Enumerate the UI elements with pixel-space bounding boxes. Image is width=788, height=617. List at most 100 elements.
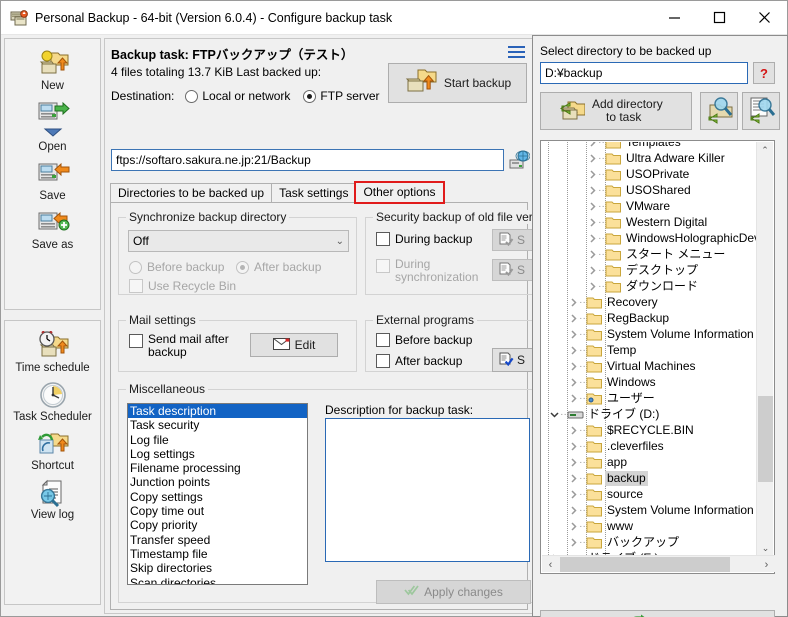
tree-node[interactable]: ·· ダウンロード [542, 278, 758, 294]
close-dialog-button[interactable]: Close [540, 610, 775, 617]
tab-task-settings[interactable]: Task settings [271, 183, 357, 203]
sidebar-item-save-as[interactable]: Save as [5, 204, 100, 253]
miscellaneous-list[interactable]: Task description Task security Log file Log… [127, 403, 308, 585]
chevron-right-icon[interactable] [567, 326, 579, 342]
tree-vertical-scrollbar[interactable]: ⌃ ⌄ [756, 142, 773, 557]
directory-path-input[interactable]: D:¥backup [540, 62, 748, 84]
scroll-left-arrow[interactable]: ‹ [542, 556, 559, 573]
chevron-right-icon[interactable] [567, 422, 579, 438]
start-backup-button[interactable]: Start backup [388, 63, 527, 103]
chevron-right-icon[interactable] [586, 198, 598, 214]
checkbox-external-after-backup[interactable]: After backup [376, 354, 462, 368]
vertical-scroll-thumb[interactable] [758, 396, 773, 482]
list-item[interactable]: Task security [128, 418, 307, 432]
chevron-right-icon[interactable] [567, 358, 579, 374]
mail-edit-button[interactable]: Edit [250, 333, 338, 357]
tree-node[interactable]: ·· www [542, 518, 758, 534]
tree-node[interactable]: ·· $RECYCLE.BIN [542, 422, 758, 438]
sidebar-item-open[interactable]: Open [5, 94, 100, 155]
chevron-right-icon[interactable] [567, 502, 579, 518]
list-item[interactable]: Copy settings [128, 490, 307, 504]
tab-directories-to-be-backed-up[interactable]: Directories to be backed up [110, 183, 273, 203]
tree-node[interactable]: ·· Western Digital [542, 214, 758, 230]
scan-directory-button[interactable] [700, 92, 738, 130]
chevron-right-icon[interactable] [586, 262, 598, 278]
scroll-up-arrow[interactable]: ⌃ [757, 142, 773, 159]
tree-node[interactable]: ·· source [542, 486, 758, 502]
tree-node[interactable]: ·· Virtual Machines [542, 358, 758, 374]
radio-ftp-server[interactable]: FTP server [303, 89, 380, 103]
close-button[interactable] [742, 1, 787, 34]
description-textarea[interactable] [325, 418, 530, 562]
list-item[interactable]: Scan directories [128, 576, 307, 584]
tree-node[interactable]: ·· RegBackup [542, 310, 758, 326]
hamburger-menu-icon[interactable] [508, 46, 525, 59]
sidebar-item-shortcut[interactable]: Shortcut [5, 425, 100, 474]
tree-node[interactable]: ·· app [542, 454, 758, 470]
tree-node[interactable]: ·· USOShared [542, 182, 758, 198]
tree-node[interactable]: ·· Temp [542, 342, 758, 358]
sync-mode-combobox[interactable]: Off ⌄ [128, 230, 349, 252]
list-item[interactable]: Log file [128, 433, 307, 447]
chevron-right-icon[interactable] [567, 294, 579, 310]
tree-node[interactable]: ·· Templates [542, 142, 758, 150]
chevron-right-icon[interactable] [567, 470, 579, 486]
tree-node[interactable]: ·· WindowsHolographicDev [542, 230, 758, 246]
tree-horizontal-scrollbar[interactable]: ‹ › [542, 555, 775, 572]
chevron-right-icon[interactable] [567, 534, 579, 550]
checkbox-security-during-backup[interactable]: During backup [376, 232, 472, 246]
tree-node[interactable]: ·· スタート メニュー [542, 246, 758, 262]
chevron-right-icon[interactable] [586, 214, 598, 230]
chevron-right-icon[interactable] [567, 518, 579, 534]
list-item[interactable]: Copy priority [128, 518, 307, 532]
tree-node[interactable]: ·· Recovery [542, 294, 758, 310]
chevron-right-icon[interactable] [567, 342, 579, 358]
sidebar-item-time-schedule[interactable]: Time schedule [5, 327, 100, 376]
chevron-right-icon[interactable] [586, 246, 598, 262]
list-item[interactable]: Junction points [128, 475, 307, 489]
sidebar-item-view-log[interactable]: View log [5, 474, 100, 523]
scroll-right-arrow[interactable]: › [758, 556, 775, 573]
list-item[interactable]: Timestamp file [128, 547, 307, 561]
tree-node[interactable]: ·· VMware [542, 198, 758, 214]
chevron-right-icon[interactable] [586, 166, 598, 182]
list-item[interactable]: Copy time out [128, 504, 307, 518]
ftp-path-input[interactable]: ftps://softaro.sakura.ne.jp:21/Backup [111, 149, 504, 171]
chevron-right-icon[interactable] [567, 486, 579, 502]
chevron-right-icon[interactable] [586, 150, 598, 166]
help-button[interactable]: ? [753, 62, 775, 84]
tree-node[interactable]: ·· backup [542, 470, 758, 486]
chevron-right-icon[interactable] [567, 454, 579, 470]
tree-node[interactable]: ·· ユーザー [542, 390, 758, 406]
tree-node[interactable]: ·· ドライブ (D:) [542, 406, 758, 422]
checkbox-send-mail-after-backup[interactable]: Send mail after backup [129, 333, 238, 359]
list-item[interactable]: Task description [128, 404, 307, 419]
tree-node[interactable]: ·· USOPrivate [542, 166, 758, 182]
add-directory-button[interactable]: Add directory to task [540, 92, 692, 130]
tab-other-options[interactable]: Other options [354, 181, 445, 204]
sidebar-item-task-scheduler[interactable]: Task Scheduler [5, 376, 100, 425]
tree-node[interactable]: ·· .cleverfiles [542, 438, 758, 454]
list-item[interactable]: Log settings [128, 447, 307, 461]
chevron-right-icon[interactable] [567, 310, 579, 326]
file-list-button[interactable] [742, 92, 780, 130]
checkbox-external-before-backup[interactable]: Before backup [376, 333, 472, 347]
tree-node[interactable]: ·· Ultra Adware Killer [542, 150, 758, 166]
tree-node[interactable]: ·· Windows [542, 374, 758, 390]
list-item[interactable]: Skip directories [128, 561, 307, 575]
tree-node[interactable]: ·· System Volume Information [542, 502, 758, 518]
list-item[interactable]: Filename processing [128, 461, 307, 475]
sidebar-item-save[interactable]: Save [5, 155, 100, 204]
chevron-right-icon[interactable] [567, 438, 579, 454]
chevron-right-icon[interactable] [567, 374, 579, 390]
chevron-right-icon[interactable] [586, 278, 598, 294]
tree-node[interactable]: ·· System Volume Information [542, 326, 758, 342]
chevron-down-icon[interactable] [548, 406, 560, 422]
chevron-right-icon[interactable] [586, 142, 598, 150]
tree-node[interactable]: ·· デスクトップ [542, 262, 758, 278]
sidebar-item-new[interactable]: New [5, 45, 100, 94]
chevron-right-icon[interactable] [586, 182, 598, 198]
maximize-button[interactable] [697, 1, 742, 34]
ftp-settings-icon[interactable] [508, 149, 531, 171]
chevron-right-icon[interactable] [567, 390, 579, 406]
